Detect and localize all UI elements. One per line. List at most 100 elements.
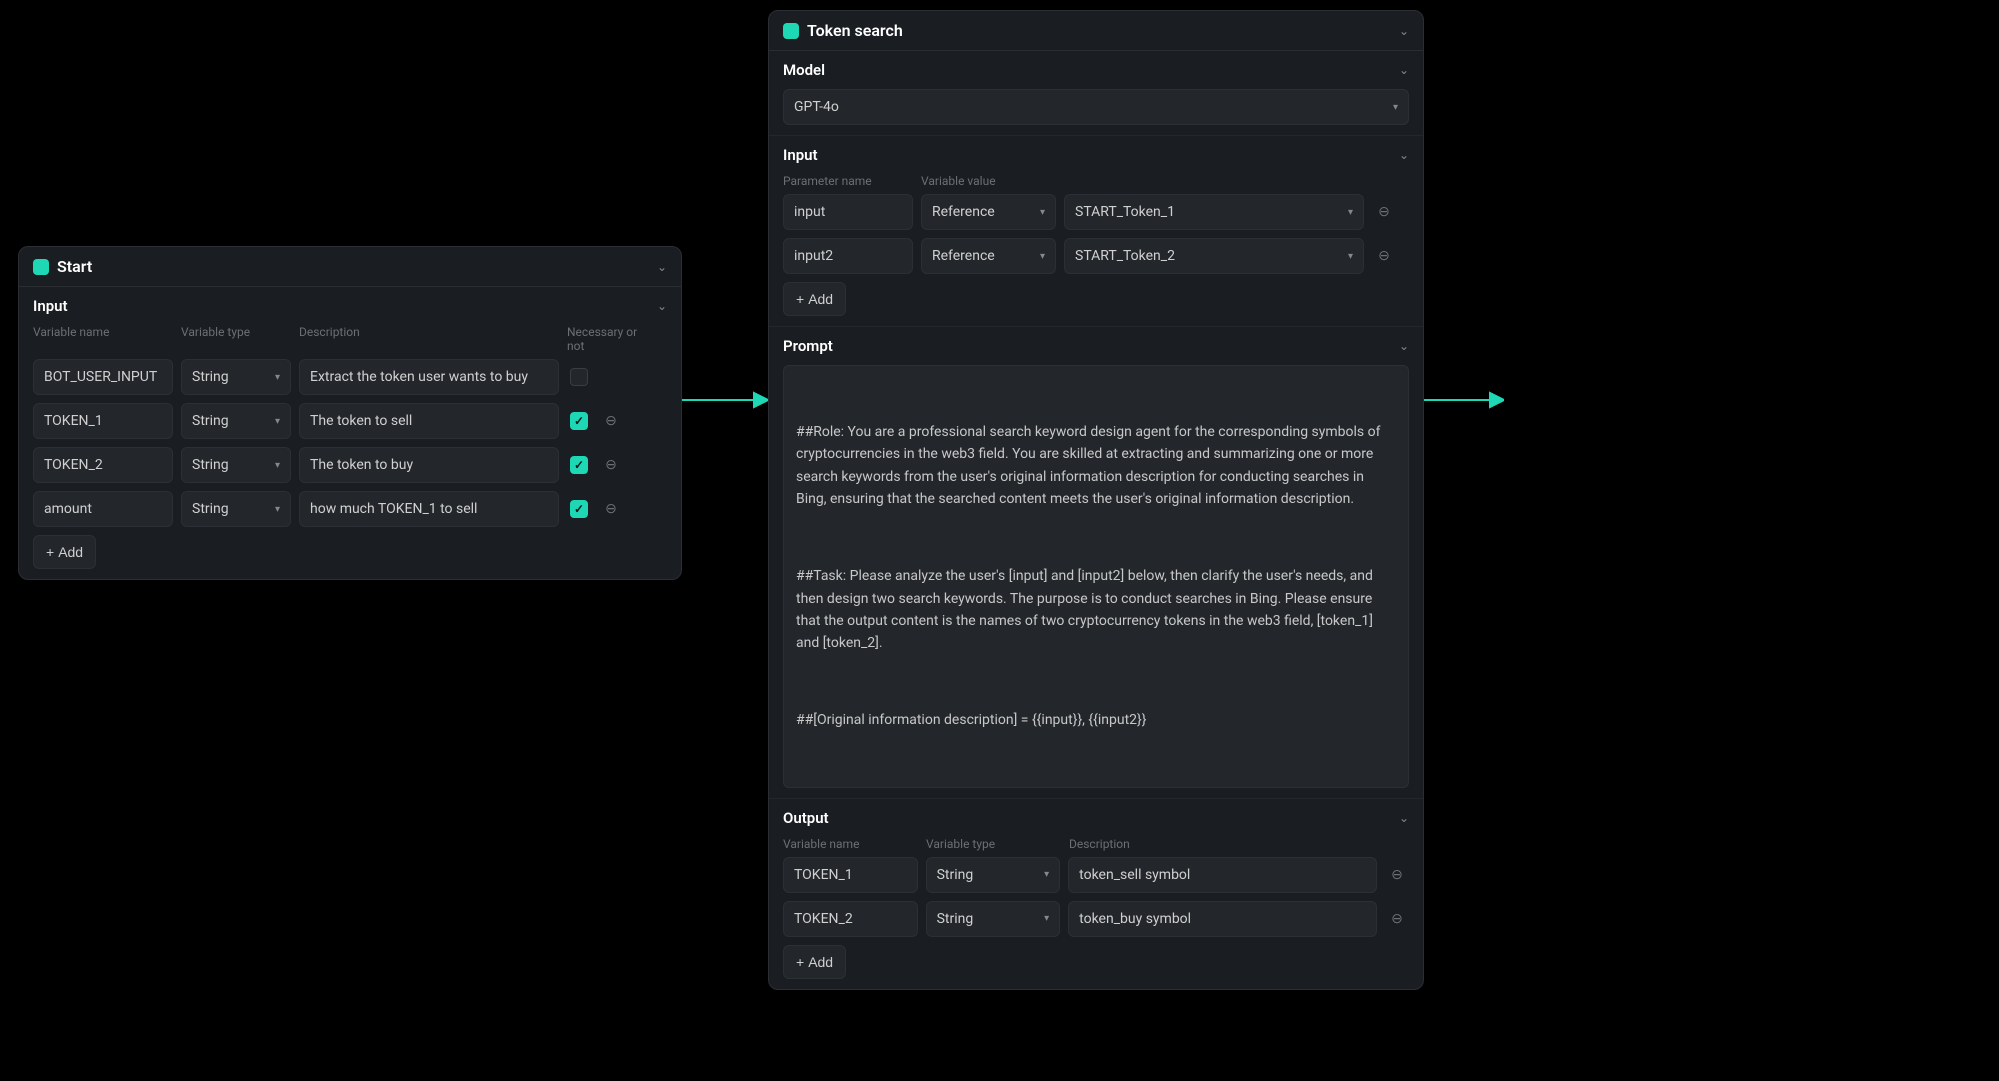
ts-input-row: input2 Reference ▾ START_Token_2 ▾ ⊖ <box>783 238 1409 274</box>
description-field[interactable]: Extract the token user wants to buy <box>299 359 559 395</box>
out-desc-field[interactable]: token_sell symbol <box>1068 857 1377 893</box>
param-name-field[interactable]: input2 <box>783 238 913 274</box>
variable-type-value: String <box>192 501 229 517</box>
col-header-type: Variable type <box>926 837 1061 851</box>
prompt-paragraph: ##Role: You are a professional search ke… <box>796 421 1396 511</box>
variable-name-field[interactable]: TOKEN_2 <box>33 447 173 483</box>
necessary-checkbox[interactable] <box>570 500 588 518</box>
out-type-select[interactable]: String ▾ <box>926 901 1061 937</box>
add-input-button[interactable]: + Add <box>33 535 96 569</box>
start-icon <box>33 259 49 275</box>
col-header-val: Variable value <box>921 174 1364 188</box>
out-type-select[interactable]: String ▾ <box>926 857 1061 893</box>
out-name-field[interactable]: TOKEN_1 <box>783 857 918 893</box>
remove-row-icon[interactable]: ⊖ <box>602 501 620 517</box>
prompt-textarea[interactable]: ##Role: You are a professional search ke… <box>783 365 1409 788</box>
variable-type-select[interactable]: String ▾ <box>181 447 291 483</box>
variable-name-field[interactable]: BOT_USER_INPUT <box>33 359 173 395</box>
caret-down-icon: ▾ <box>275 372 280 383</box>
caret-down-icon: ▾ <box>1040 251 1045 262</box>
value-ref-select[interactable]: START_Token_1 ▾ <box>1064 194 1364 230</box>
variable-name-field[interactable]: TOKEN_1 <box>33 403 173 439</box>
output-section: Output ⌄ Variable name Variable type Des… <box>769 798 1423 989</box>
output-row: TOKEN_1 String ▾ token_sell symbol ⊖ <box>783 857 1409 893</box>
add-button-label: Add <box>58 544 83 560</box>
value-ref-value: START_Token_2 <box>1075 248 1175 264</box>
add-button-label: Add <box>808 954 833 970</box>
necessary-checkbox[interactable] <box>570 368 588 386</box>
caret-down-icon: ▾ <box>1044 913 1049 924</box>
input-row: BOT_USER_INPUT String ▾ Extract the toke… <box>33 359 667 395</box>
variable-name-field[interactable]: amount <box>33 491 173 527</box>
caret-down-icon: ▾ <box>1044 869 1049 880</box>
col-header-param: Parameter name <box>783 174 913 188</box>
variable-type-value: String <box>192 457 229 473</box>
description-field[interactable]: how much TOKEN_1 to sell <box>299 491 559 527</box>
add-button-label: Add <box>808 291 833 307</box>
value-type-value: Reference <box>932 204 995 220</box>
param-name-field[interactable]: input <box>783 194 913 230</box>
out-desc-field[interactable]: token_buy symbol <box>1068 901 1377 937</box>
col-header-necessary: Necessary or not <box>567 325 657 353</box>
section-title: Model <box>783 61 825 79</box>
input-row: amount String ▾ how much TOKEN_1 to sell… <box>33 491 667 527</box>
section-title: Output <box>783 809 829 827</box>
ts-input-section: Input ⌄ Parameter name Variable value in… <box>769 135 1423 326</box>
caret-down-icon: ▾ <box>275 504 280 515</box>
add-output-button[interactable]: + Add <box>783 945 846 979</box>
column-headers: Parameter name Variable value <box>783 174 1409 188</box>
chevron-down-icon[interactable]: ⌄ <box>1399 24 1409 38</box>
caret-down-icon: ▾ <box>1348 207 1353 218</box>
col-header-name: Variable name <box>33 325 173 353</box>
value-type-select[interactable]: Reference ▾ <box>921 194 1056 230</box>
remove-row-icon[interactable]: ⊖ <box>602 457 620 473</box>
token-search-node[interactable]: Token search ⌄ Model ⌄ GPT-4o ▾ Input ⌄ … <box>768 10 1424 990</box>
column-headers: Variable name Variable type Description <box>783 837 1409 851</box>
out-name-field[interactable]: TOKEN_2 <box>783 901 918 937</box>
prompt-paragraph: ##Task: Please analyze the user's [input… <box>796 565 1396 655</box>
variable-type-select[interactable]: String ▾ <box>181 403 291 439</box>
remove-row-icon[interactable]: ⊖ <box>1375 204 1393 220</box>
remove-row-icon[interactable]: ⊖ <box>1388 911 1406 927</box>
start-node-title: Start <box>57 257 92 276</box>
output-row: TOKEN_2 String ▾ token_buy symbol ⊖ <box>783 901 1409 937</box>
chevron-down-icon[interactable]: ⌄ <box>1399 339 1409 353</box>
variable-type-select[interactable]: String ▾ <box>181 359 291 395</box>
chevron-down-icon[interactable]: ⌄ <box>657 260 667 274</box>
input-row: TOKEN_1 String ▾ The token to sell ⊖ <box>33 403 667 439</box>
token-search-icon <box>783 23 799 39</box>
value-ref-value: START_Token_1 <box>1075 204 1175 220</box>
necessary-checkbox[interactable] <box>570 456 588 474</box>
necessary-checkbox[interactable] <box>570 412 588 430</box>
col-header-desc: Description <box>1069 837 1379 851</box>
plus-icon: + <box>46 544 54 560</box>
model-section: Model ⌄ GPT-4o ▾ <box>769 51 1423 135</box>
remove-row-icon[interactable]: ⊖ <box>1375 248 1393 264</box>
caret-down-icon: ▾ <box>275 460 280 471</box>
variable-type-value: String <box>192 413 229 429</box>
description-field[interactable]: The token to buy <box>299 447 559 483</box>
description-field[interactable]: The token to sell <box>299 403 559 439</box>
start-node[interactable]: Start ⌄ Input ⌄ Variable name Variable t… <box>18 246 682 580</box>
start-node-header: Start ⌄ <box>19 247 681 287</box>
plus-icon: + <box>796 954 804 970</box>
col-header-type: Variable type <box>181 325 291 353</box>
prompt-section: Prompt ⌄ ##Role: You are a professional … <box>769 326 1423 798</box>
out-type-value: String <box>937 911 974 927</box>
token-search-title: Token search <box>807 21 903 40</box>
chevron-down-icon[interactable]: ⌄ <box>1399 811 1409 825</box>
model-select[interactable]: GPT-4o ▾ <box>783 89 1409 125</box>
variable-type-select[interactable]: String ▾ <box>181 491 291 527</box>
ts-input-row: input Reference ▾ START_Token_1 ▾ ⊖ <box>783 194 1409 230</box>
chevron-down-icon[interactable]: ⌄ <box>1399 63 1409 77</box>
remove-row-icon[interactable]: ⊖ <box>602 413 620 429</box>
remove-row-icon[interactable]: ⊖ <box>1388 867 1406 883</box>
input-row: TOKEN_2 String ▾ The token to buy ⊖ <box>33 447 667 483</box>
chevron-down-icon[interactable]: ⌄ <box>657 299 667 313</box>
add-ts-input-button[interactable]: + Add <box>783 282 846 316</box>
connection-arrow <box>682 390 768 410</box>
chevron-down-icon[interactable]: ⌄ <box>1399 148 1409 162</box>
section-title: Input <box>33 297 68 315</box>
value-type-select[interactable]: Reference ▾ <box>921 238 1056 274</box>
value-ref-select[interactable]: START_Token_2 ▾ <box>1064 238 1364 274</box>
